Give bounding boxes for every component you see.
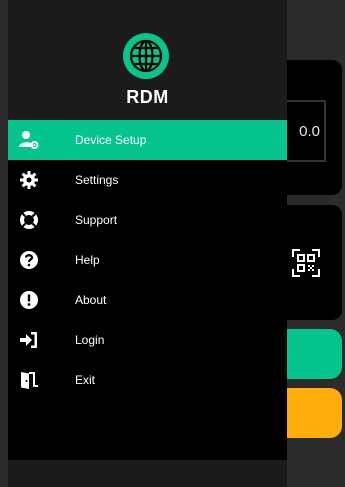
value-field[interactable]: 0.0 xyxy=(284,100,326,162)
menu-item-label: About xyxy=(75,293,107,307)
menu-item-support[interactable]: Support xyxy=(8,200,287,240)
menu-item-help[interactable]: Help xyxy=(8,240,287,280)
menu-item-about[interactable]: About xyxy=(8,280,287,320)
menu-item-label: Login xyxy=(75,333,105,347)
qr-code-icon[interactable] xyxy=(291,248,321,278)
sign-in-icon xyxy=(18,329,40,351)
door-exit-icon xyxy=(18,369,40,391)
value-field-text: 0.0 xyxy=(299,122,320,140)
question-icon xyxy=(18,249,40,271)
menu-item-label: Help xyxy=(75,253,100,267)
exclamation-icon xyxy=(18,289,40,311)
menu-item-label: Support xyxy=(75,213,118,227)
globe-logo-icon xyxy=(123,33,169,79)
brand-title: RDM xyxy=(126,87,169,107)
menu-item-label: Exit xyxy=(75,373,96,387)
drawer-footer xyxy=(8,460,287,487)
menu-item-label: Settings xyxy=(75,173,119,187)
drawer-header: RDM xyxy=(8,0,287,120)
user-gear-icon xyxy=(18,129,40,151)
lifebuoy-icon xyxy=(18,209,40,231)
menu-item-login[interactable]: Login xyxy=(8,320,287,360)
menu-item-settings[interactable]: Settings xyxy=(8,160,287,200)
gear-icon xyxy=(18,169,40,191)
menu-item-exit[interactable]: Exit xyxy=(8,360,287,400)
drawer-menu: Device Setup Settings Support Help About xyxy=(8,120,287,400)
navigation-drawer: RDM Device Setup Settings Support Help A… xyxy=(8,0,287,487)
menu-item-label: Device Setup xyxy=(75,133,147,147)
menu-item-device-setup[interactable]: Device Setup xyxy=(8,120,287,160)
